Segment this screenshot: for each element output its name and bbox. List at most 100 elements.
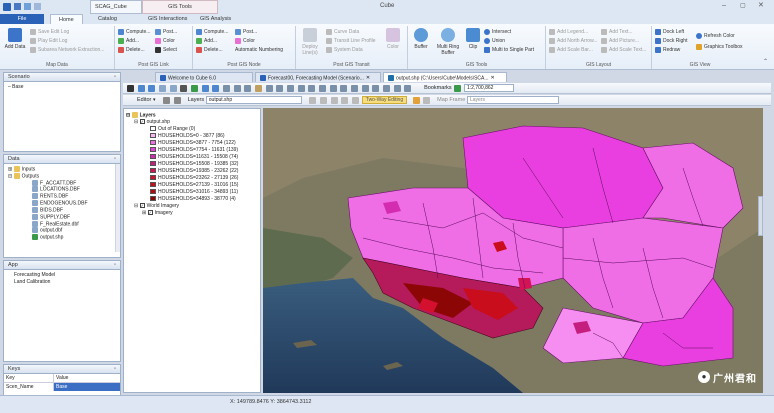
layer-props-icon[interactable] — [276, 85, 284, 92]
union-button[interactable]: Union — [484, 37, 505, 45]
toc-layer-imagery[interactable]: ⊞ ✓ Imagery — [126, 210, 258, 217]
scenario-item-base[interactable]: – Base — [8, 84, 116, 91]
forward-icon[interactable] — [212, 85, 220, 92]
node-color-button[interactable]: Color — [235, 37, 255, 45]
collapse-ribbon-icon[interactable]: ⌃ — [763, 58, 768, 65]
tool-icon[interactable] — [383, 85, 391, 92]
zoom-box-icon[interactable] — [159, 85, 167, 92]
tool-icon[interactable] — [372, 85, 380, 92]
link-select-button[interactable]: Select — [155, 46, 177, 54]
tool-icon[interactable] — [319, 85, 327, 92]
map-canvas[interactable]: ● 广州君和 — [263, 108, 763, 393]
zoom-in-icon[interactable] — [137, 85, 145, 92]
add-scale-text-button[interactable]: Add Scale Text... — [601, 46, 646, 54]
data-file-item[interactable]: ENDOGENOUS.DBF — [32, 200, 116, 207]
table-icon[interactable] — [265, 85, 273, 92]
layer-checkbox[interactable]: ✓ — [139, 203, 145, 209]
globe-icon[interactable] — [191, 85, 199, 92]
map-side-handle[interactable] — [758, 196, 763, 236]
buffer-button[interactable]: Buffer — [411, 28, 431, 50]
doc-tab-output-shp[interactable]: output.shp (C:\Users\Cube\Models\SCA... ✕ — [383, 72, 507, 82]
layer-select[interactable]: output.shp — [205, 96, 302, 104]
keys-row[interactable]: Scen_Name Base — [4, 383, 120, 391]
pin-icon[interactable]: ▫ — [114, 74, 116, 80]
legend-class[interactable]: HOUSEHOLDS=0 - 3877 (86) — [150, 133, 258, 140]
layer-checkbox[interactable]: ✓ — [147, 210, 153, 216]
system-data-button[interactable]: System Data — [326, 46, 363, 54]
legend-class[interactable]: HOUSEHOLDS=7754 - 11631 (139) — [150, 147, 258, 154]
zoom-out-icon[interactable] — [148, 85, 156, 92]
tool-icon[interactable] — [287, 85, 295, 92]
transit-color-button[interactable]: Color — [382, 28, 404, 50]
add-north-arrow-button[interactable]: Add North Arrow... — [549, 37, 598, 45]
cut-icon[interactable] — [330, 97, 338, 104]
quick-access-icon[interactable] — [24, 3, 31, 10]
tab-file[interactable]: File — [0, 14, 44, 24]
pan-icon[interactable] — [180, 85, 188, 92]
two-way-editing-toggle[interactable]: Two-Way Editing — [361, 96, 408, 104]
data-file-item[interactable]: SUPPLY.DBF — [32, 213, 116, 221]
collapse-icon[interactable]: ⊟ — [126, 112, 130, 118]
curve-data-button[interactable]: Curve Data — [326, 28, 359, 36]
node-compute-button[interactable]: Compute... — [196, 28, 228, 36]
back-icon[interactable] — [201, 85, 209, 92]
doc-tab-forecasting[interactable]: Forecast00, Forecasting Model (Scenario.… — [255, 72, 381, 82]
undo-icon[interactable] — [34, 3, 41, 10]
measure-icon[interactable] — [233, 85, 241, 92]
play-edit-log-button[interactable]: Play Edit Log — [30, 37, 67, 45]
tool-icon[interactable] — [393, 85, 401, 92]
legend-class[interactable]: HOUSEHOLDS=3877 - 7754 (122) — [150, 140, 258, 147]
legend-class[interactable]: Out of Range (0) — [150, 126, 258, 133]
toc-layer-world-imagery[interactable]: ⊟ ✓ World Imagery — [126, 203, 258, 210]
legend-class[interactable]: HOUSEHOLDS=11631 - 15508 (74) — [150, 154, 258, 161]
dock-right-button[interactable]: Dock Right — [655, 37, 687, 45]
tool-icon[interactable] — [351, 85, 359, 92]
legend-class[interactable]: HOUSEHOLDS=27139 - 31016 (15) — [150, 182, 258, 189]
data-file-item[interactable]: F_ACCATT.DBF — [32, 179, 116, 187]
edit-icon[interactable] — [173, 97, 181, 104]
link-add-button[interactable]: Add... — [118, 37, 139, 45]
sketch-icon[interactable] — [163, 97, 171, 104]
select-icon[interactable] — [244, 85, 252, 92]
snap-icon[interactable] — [423, 97, 431, 104]
expand-icon[interactable]: ⊞ — [8, 166, 12, 172]
full-extent-icon[interactable] — [169, 85, 177, 92]
data-file-item[interactable]: LOCATIONS.DBF — [32, 186, 116, 193]
close-tab-icon[interactable]: ✕ — [491, 75, 495, 81]
scale-box[interactable]: 1:2,700,862 — [464, 84, 514, 92]
legend-class[interactable]: HOUSEHOLDS=31016 - 34893 (11) — [150, 189, 258, 196]
minimize-icon[interactable]: – — [722, 2, 726, 9]
legend-class[interactable]: HOUSEHOLDS=19385 - 23262 (22) — [150, 168, 258, 175]
toc-root-layers[interactable]: ⊟ Layers — [126, 112, 258, 119]
intersect-button[interactable]: Intersect — [484, 28, 511, 36]
graphics-toolbox-button[interactable]: Graphics Toolbox — [696, 43, 743, 51]
data-file-item[interactable]: output.dbf — [32, 227, 116, 234]
value-cell[interactable]: Base — [54, 383, 120, 391]
bookmarks-menu[interactable]: Bookmarks — [424, 85, 452, 91]
editor-dropdown-icon[interactable]: ▾ — [153, 97, 156, 103]
link-delete-button[interactable]: Delete... — [118, 46, 145, 54]
multi-to-single-button[interactable]: Multi to Single Part — [484, 46, 534, 54]
link-color-button[interactable]: Color — [155, 37, 175, 45]
link-post-button[interactable]: Post... — [155, 28, 177, 36]
toc-layer-output[interactable]: ⊟ ✓ output.shp — [126, 119, 258, 126]
editor-menu[interactable]: Editor — [137, 97, 151, 103]
tab-gis-interactions[interactable]: GIS Interactions — [140, 14, 195, 24]
tool-icon[interactable] — [340, 85, 348, 92]
node-delete-button[interactable]: Delete... — [196, 46, 223, 54]
expand-icon[interactable]: ⊞ — [142, 210, 146, 216]
dock-left-button[interactable]: Dock Left — [655, 28, 684, 36]
pin-icon[interactable]: ▫ — [114, 262, 116, 268]
data-file-item[interactable]: F_RealEstate.dbf — [32, 220, 116, 228]
tool-icon[interactable] — [297, 85, 305, 92]
tool-icon[interactable] — [361, 85, 369, 92]
legend-class[interactable]: HOUSEHOLDS=34893 - 38770 (4) — [150, 196, 258, 203]
redo-edit-icon[interactable] — [320, 97, 328, 104]
collapse-icon[interactable]: ⊟ — [134, 119, 138, 125]
node-add-button[interactable]: Add... — [196, 37, 217, 45]
data-folder-outputs[interactable]: ⊟ Outputs — [8, 172, 116, 180]
pin-icon[interactable]: ▫ — [114, 156, 116, 162]
data-file-item[interactable]: RENTS.DBF — [32, 193, 116, 200]
transit-line-profile-button[interactable]: Transit Line Profile — [326, 37, 376, 45]
doc-tab-welcome[interactable]: Welcome to Cube 6.0 — [155, 72, 253, 82]
